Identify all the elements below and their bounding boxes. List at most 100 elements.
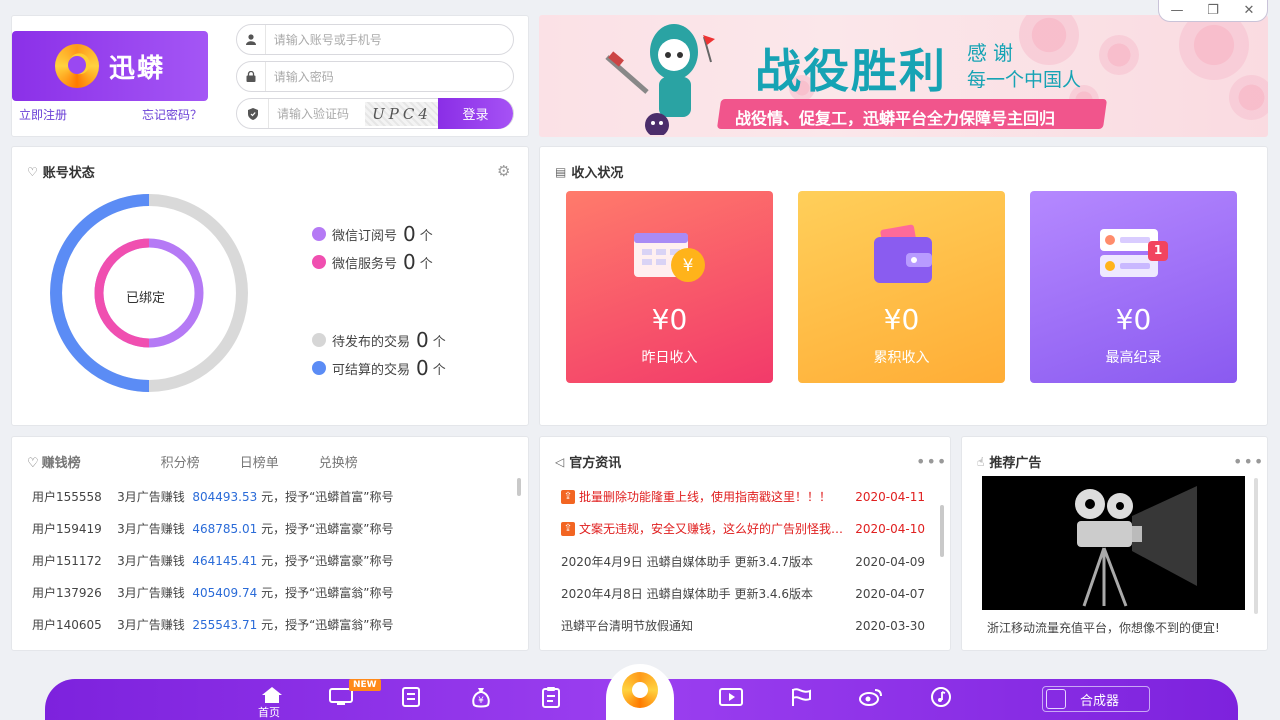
minimize-icon[interactable]: — (1166, 2, 1188, 20)
calendar-icon: ¥ (634, 233, 705, 282)
legend-dot (312, 255, 326, 269)
center-logo-icon (622, 672, 658, 708)
list-item[interactable]: 2020年4月9日 迅蟒自媒体助手 更新3.4.7版本 2020-04-09 (561, 553, 925, 570)
account-status-title: ♡ 账号状态 (27, 162, 95, 182)
captcha-input[interactable] (269, 106, 359, 121)
settings-icon[interactable]: ⚙ (497, 162, 510, 180)
login-button[interactable]: 登录 (438, 98, 513, 129)
news-title: ◁ 官方资讯 (555, 452, 622, 472)
account-status-title-text: 账号状态 (42, 166, 95, 181)
table-row: 用户140605 3月广告赚钱 255543.71 元，授予“迅蟒富翁”称号 (32, 618, 394, 632)
ranking-tabs: ♡ 赚钱榜 积分榜 日榜单 兑换榜 (27, 452, 398, 471)
tab-points[interactable]: 积分榜 (161, 452, 200, 471)
password-input[interactable] (265, 69, 513, 84)
ad-image[interactable] (982, 476, 1245, 610)
income-record[interactable]: 1 ¥0 最高纪录 (1030, 191, 1237, 383)
synthesizer-icon (1046, 689, 1066, 709)
legend-subscription: 微信订阅号 0 个 (312, 222, 433, 246)
article-icon[interactable] (399, 686, 423, 708)
brand-logo-icon (54, 44, 99, 88)
hot-icon: ⇪ (561, 489, 575, 504)
income-total-amount: ¥0 (883, 303, 920, 336)
captcha-image[interactable]: UPC4 (365, 102, 439, 126)
table-row: 用户137926 3月广告赚钱 405409.74 元，授予“迅蟒富翁”称号 (32, 586, 394, 600)
register-link[interactable]: 立即注册 (19, 106, 67, 123)
promo-banner[interactable]: 战役胜利 感谢 每一个中国人 战役情、促复工，迅蟒平台全力保障号主回归 (539, 15, 1268, 137)
close-icon[interactable]: ✕ (1238, 2, 1260, 20)
home-label[interactable]: 首页 (258, 704, 280, 720)
legend-dot (312, 361, 326, 375)
income-title-text: 收入状况 (571, 166, 624, 181)
table-row: 用户159419 3月广告赚钱 468785.01 元，授予“迅蟒富豪”称号 (32, 522, 394, 536)
forgot-password-link[interactable]: 忘记密码？ (142, 106, 202, 123)
news-scrollbar[interactable] (940, 505, 944, 557)
list-item[interactable]: 迅蟒平台清明节放假通知 2020-03-30 (561, 617, 925, 634)
tab-exchange[interactable]: 兑换榜 (319, 452, 358, 471)
list-item[interactable]: ⇪ 文案无违规，安全又赚钱，这么好的广告别怪我没... 2020-04-10 (561, 520, 925, 537)
flag-icon[interactable] (789, 686, 813, 708)
synthesizer-button[interactable]: 合成器 (1042, 686, 1150, 712)
list-item[interactable]: 2020年4月8日 迅蟒自媒体助手 更新3.4.6版本 2020-04-07 (561, 585, 925, 602)
table-row: 用户151172 3月广告赚钱 464145.41 元，授予“迅蟒富豪”称号 (32, 554, 394, 568)
lock-icon (237, 62, 266, 91)
heart-shield-icon: ♡ (27, 164, 38, 179)
ads-title-text: 推荐广告 (989, 456, 1042, 471)
banner-title: 战役胜利 (755, 44, 947, 98)
new-badge: NEW (349, 679, 381, 691)
synthesizer-label: 合成器 (1080, 693, 1120, 709)
document-icon: ▤ (555, 164, 567, 179)
svg-text:¥: ¥ (478, 696, 484, 706)
income-yesterday[interactable]: ¥ ¥0 昨日收入 (566, 191, 773, 383)
svg-text:¥: ¥ (683, 256, 694, 276)
ads-scrollbar[interactable] (1254, 478, 1258, 614)
record-badge: 1 (1153, 243, 1163, 257)
shield-icon (237, 99, 269, 128)
clipboard-icon[interactable] (539, 686, 563, 708)
home-icon[interactable] (260, 684, 284, 706)
news-more-icon[interactable]: ••• (916, 452, 947, 471)
speaker-icon: ◁ (555, 454, 565, 469)
income-yesterday-amount: ¥0 (651, 303, 688, 336)
legend-service: 微信服务号 0 个 (312, 250, 433, 274)
list-item[interactable]: ⇪ 批量删除功能隆重上线，使用指南戳这里！！！ 2020-04-11 (561, 488, 925, 505)
center-logo-button[interactable] (606, 664, 674, 720)
window-controls: — ❐ ✕ (1158, 0, 1268, 22)
account-field (236, 24, 514, 55)
legend-dot (312, 333, 326, 347)
wallet-icon (874, 224, 932, 283)
film-projector-icon (1075, 486, 1197, 607)
account-input[interactable] (265, 32, 513, 47)
restore-icon[interactable]: ❐ (1202, 2, 1224, 20)
money-bag-icon[interactable]: ¥ (469, 686, 493, 708)
news-title-text: 官方资讯 (569, 456, 622, 471)
income-title: ▤ 收入状况 (555, 162, 624, 182)
music-icon[interactable] (929, 686, 953, 708)
weibo-icon[interactable] (859, 686, 883, 708)
ranking-scrollbar[interactable] (517, 478, 521, 496)
doctor-illustration (605, 24, 715, 135)
password-field (236, 61, 514, 92)
tab-earnings-icon: ♡ (27, 456, 39, 471)
ads-title: ☝ 推荐广告 (977, 452, 1042, 472)
legend-settleable: 可结算的交易 0 个 (312, 356, 446, 380)
video-icon[interactable] (719, 686, 743, 708)
income-yesterday-label: 昨日收入 (641, 350, 698, 366)
ad-caption[interactable]: 浙江移动流量充值平台，你想像不到的便宜! (987, 619, 1220, 636)
tab-daily[interactable]: 日榜单 (240, 452, 279, 471)
banner-slogan: 战役情、促复工，迅蟒平台全力保障号主回归 (735, 109, 1056, 128)
income-total[interactable]: ¥0 累积收入 (798, 191, 1005, 383)
tab-earnings[interactable]: ♡ 赚钱榜 (27, 452, 121, 471)
banner-thanks: 感谢 (967, 41, 1019, 65)
user-icon (237, 25, 266, 54)
legend-pending: 待发布的交易 0 个 (312, 328, 446, 352)
hot-icon: ⇪ (561, 521, 575, 536)
banner-subtitle: 每一个中国人 (967, 69, 1082, 91)
income-record-label: 最高纪录 (1105, 350, 1162, 366)
income-record-amount: ¥0 (1115, 303, 1152, 336)
table-row: 用户155558 3月广告赚钱 804493.53 元，授予“迅蟒首富”称号 (32, 490, 394, 504)
thumbs-up-icon: ☝ (977, 454, 985, 469)
income-total-label: 累积收入 (873, 350, 930, 366)
ads-more-icon[interactable]: ••• (1233, 452, 1264, 471)
brand-logo: 迅蟒 (12, 31, 208, 101)
brand-name: 迅蟒 (108, 53, 165, 84)
